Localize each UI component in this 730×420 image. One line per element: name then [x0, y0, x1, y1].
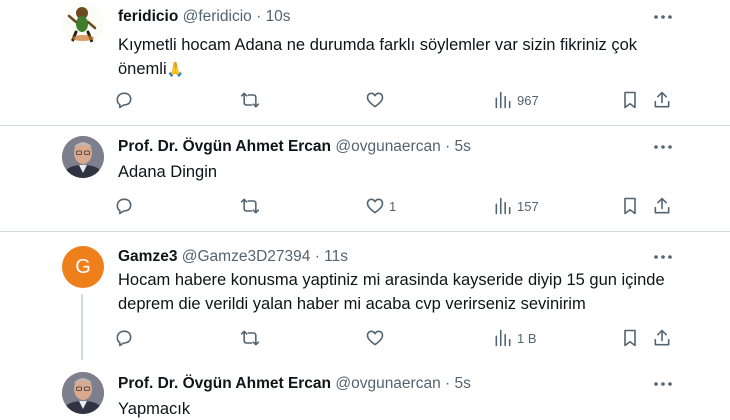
view-count: 157 [517, 198, 539, 214]
tweet-text-line: önemli🙏 [118, 57, 678, 81]
thread-connector-line [81, 294, 83, 360]
reply-button[interactable] [114, 88, 138, 112]
tweet-3[interactable]: G Gamze3 @Gamze3D27394 · 11s Hocam haber… [0, 232, 730, 360]
tweet-text-line: Adana Dingin [118, 163, 218, 181]
bookmark-button[interactable] [620, 88, 640, 112]
share-icon [654, 197, 670, 214]
views-chart-icon [495, 329, 511, 347]
separator-dot: · [445, 375, 451, 392]
folded-hands-emoji: 🙏 [166, 61, 185, 77]
tweet-header: Prof. Dr. Övgün Ahmet Ercan @ovgunaercan… [118, 137, 471, 157]
tweet-actions: 967 [110, 88, 680, 112]
view-count: 1 B [517, 330, 537, 346]
retweet-icon [240, 92, 260, 108]
timestamp[interactable]: 5s [455, 138, 471, 155]
more-dots-icon [654, 255, 672, 259]
user-handle[interactable]: @ovgunaercan [335, 138, 440, 155]
more-dots-icon [654, 145, 672, 149]
tweet-4[interactable]: Prof. Dr. Övgün Ahmet Ercan @ovgunaercan… [0, 360, 730, 420]
display-name[interactable]: feridicio [118, 8, 178, 25]
heart-icon [366, 92, 384, 108]
like-button[interactable] [365, 88, 389, 112]
like-button[interactable] [365, 326, 389, 350]
reply-icon [116, 92, 132, 109]
timestamp[interactable]: 5s [455, 375, 471, 392]
share-button[interactable] [652, 88, 672, 112]
user-handle[interactable]: @Gamze3D27394 [182, 248, 311, 265]
more-options-button[interactable] [652, 7, 674, 27]
retweet-icon [240, 198, 260, 214]
tweet-actions: 1 B [110, 326, 680, 350]
bookmark-icon [624, 91, 636, 109]
more-dots-icon [654, 15, 672, 19]
share-button[interactable] [652, 326, 672, 350]
cartoon-figure-avatar-icon [62, 2, 104, 44]
tweet-text: Hocam habere konusma yaptiniz mi arasind… [118, 268, 678, 316]
bookmark-icon [624, 197, 636, 215]
heart-icon [366, 330, 384, 346]
views-chart-icon [495, 197, 511, 215]
tweet-text: Adana Dingin [118, 160, 678, 184]
more-options-button[interactable] [652, 247, 674, 267]
views-button[interactable]: 157 [493, 194, 539, 218]
avatar[interactable] [62, 372, 104, 414]
views-button[interactable]: 967 [493, 88, 539, 112]
more-options-button[interactable] [652, 374, 674, 394]
tweet-text: Yapmacık [118, 397, 678, 420]
tweet-text-fragment: önemli [118, 60, 167, 78]
man-portrait-avatar-icon [62, 372, 104, 414]
tweet-text-line: Hocam habere konusma yaptiniz mi arasind… [118, 271, 665, 289]
tweet-header: Prof. Dr. Övgün Ahmet Ercan @ovgunaercan… [118, 374, 471, 394]
tweet-1[interactable]: feridicio @feridicio · 10s Kıymetli hoca… [0, 0, 730, 126]
like-button[interactable]: 1 [365, 194, 396, 218]
separator-dot: · [314, 248, 320, 265]
retweet-button[interactable] [240, 194, 264, 218]
avatar[interactable] [62, 2, 104, 44]
tweet-2[interactable]: Prof. Dr. Övgün Ahmet Ercan @ovgunaercan… [0, 126, 730, 232]
reply-button[interactable] [114, 194, 138, 218]
timestamp[interactable]: 10s [266, 8, 291, 25]
tweet-actions: 1 157 [110, 194, 680, 218]
separator-dot: · [256, 8, 262, 25]
bookmark-button[interactable] [620, 194, 640, 218]
display-name[interactable]: Prof. Dr. Övgün Ahmet Ercan [118, 138, 331, 155]
avatar[interactable]: G [62, 246, 104, 288]
bookmark-button[interactable] [620, 326, 640, 350]
man-portrait-avatar-icon [62, 136, 104, 178]
display-name[interactable]: Gamze3 [118, 248, 177, 265]
tweet-header: Gamze3 @Gamze3D27394 · 11s [118, 247, 348, 267]
user-handle[interactable]: @feridicio [183, 8, 252, 25]
user-handle[interactable]: @ovgunaercan [335, 375, 440, 392]
separator-dot: · [445, 138, 451, 155]
tweet-text-line: Yapmacık [118, 400, 191, 418]
display-name[interactable]: Prof. Dr. Övgün Ahmet Ercan [118, 375, 331, 392]
tweet-text-line: Kıymetli hocam Adana ne durumda farklı s… [118, 36, 638, 54]
bookmark-icon [624, 329, 636, 347]
view-count: 967 [517, 92, 539, 108]
retweet-button[interactable] [240, 326, 264, 350]
reply-icon [116, 198, 132, 215]
retweet-button[interactable] [240, 88, 264, 112]
share-icon [654, 91, 670, 108]
retweet-icon [240, 330, 260, 346]
avatar[interactable] [62, 136, 104, 178]
views-chart-icon [495, 91, 511, 109]
views-button[interactable]: 1 B [493, 326, 537, 350]
more-options-button[interactable] [652, 137, 674, 157]
timestamp[interactable]: 11s [324, 248, 348, 265]
reply-icon [116, 330, 132, 347]
tweet-text: Kıymetli hocam Adana ne durumda farklı s… [118, 33, 678, 81]
reply-button[interactable] [114, 326, 138, 350]
share-icon [654, 329, 670, 346]
heart-icon [366, 198, 384, 214]
tweet-text-line: deprem die verildi yalan haber mi acaba … [118, 295, 586, 313]
more-dots-icon [654, 382, 672, 386]
share-button[interactable] [652, 194, 672, 218]
like-count: 1 [389, 198, 397, 214]
tweet-header: feridicio @feridicio · 10s [118, 7, 291, 27]
